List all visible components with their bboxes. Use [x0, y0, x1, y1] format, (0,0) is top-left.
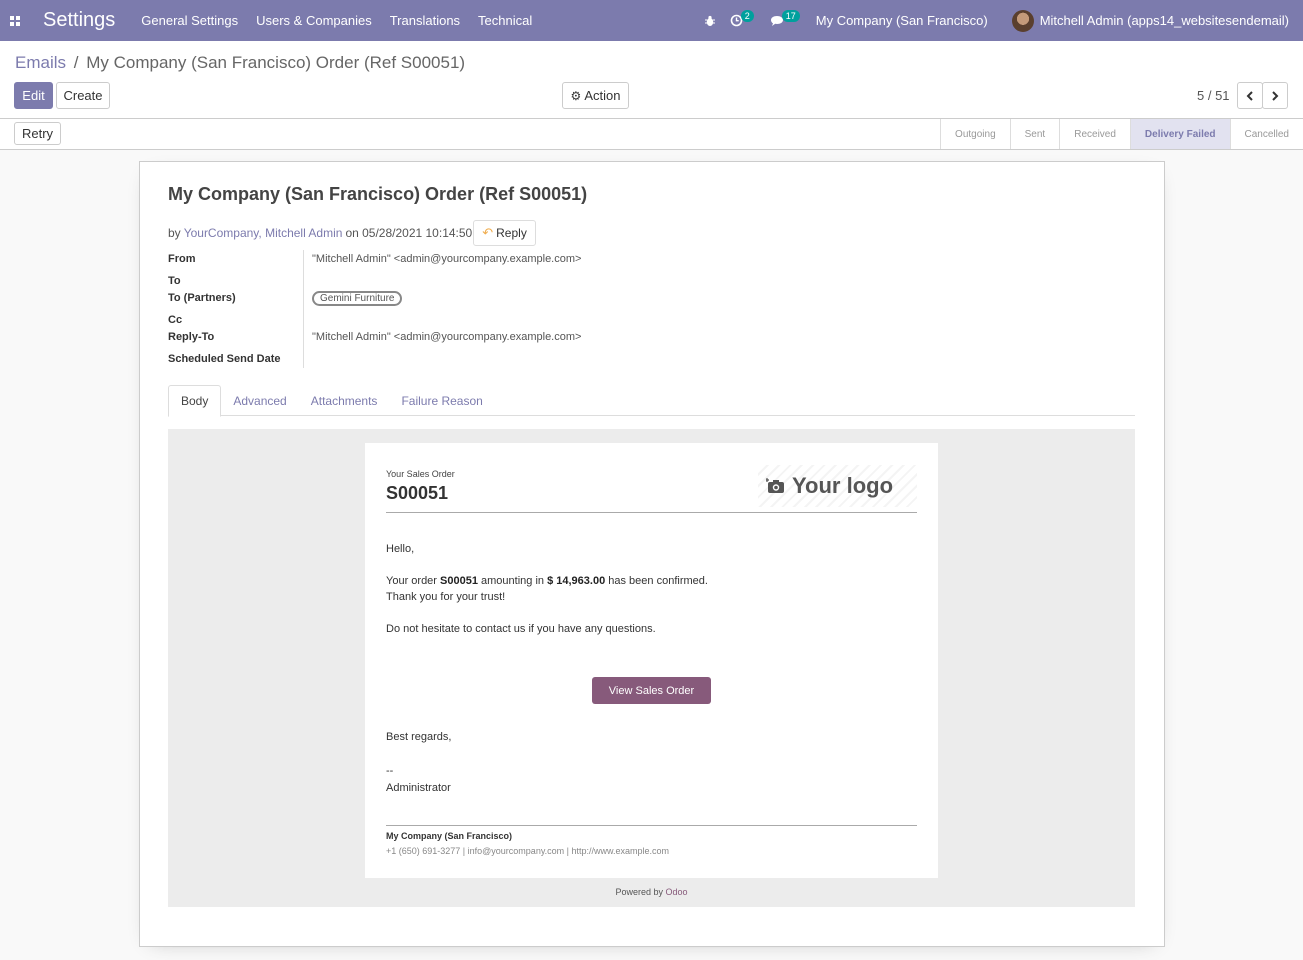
- company-switcher[interactable]: My Company (San Francisco): [816, 13, 988, 28]
- breadcrumb: Emails / My Company (San Francisco) Orde…: [15, 53, 465, 73]
- tab-advanced[interactable]: Advanced: [221, 385, 298, 416]
- pager-value[interactable]: 5 / 51: [1197, 88, 1230, 103]
- apps-menu-icon[interactable]: [0, 0, 30, 41]
- menu-users-companies[interactable]: Users & Companies: [256, 13, 372, 28]
- email-signature: Administrator: [386, 782, 451, 794]
- partner-tag[interactable]: Gemini Furniture: [312, 291, 403, 306]
- line1-text-b: amounting in: [477, 575, 548, 587]
- user-name: Mitchell Admin (apps14_websitesendemail): [1039, 13, 1289, 28]
- form-sheet: My Company (San Francisco) Order (Ref S0…: [139, 161, 1165, 947]
- email-regards: Best regards,: [386, 731, 452, 743]
- view-sales-order-button[interactable]: View Sales Order: [592, 677, 711, 704]
- scheduled-label: Scheduled Send Date: [168, 353, 281, 365]
- action-label: Action: [584, 88, 621, 103]
- email-content: Your Sales Order S00051 Your logo Hello,…: [365, 443, 938, 878]
- to-partners-label: To (Partners): [168, 292, 236, 304]
- email-line-confirmed: Your order S00051 amounting in $ 14,963.…: [386, 575, 708, 587]
- email-contact-note: Do not hesitate to contact us if you hav…: [386, 623, 656, 635]
- tab-attachments[interactable]: Attachments: [299, 385, 390, 416]
- user-menu[interactable]: Mitchell Admin (apps14_websitesendemail): [1011, 9, 1289, 32]
- by-prefix: by: [168, 226, 181, 240]
- email-body-preview: Your Sales Order S00051 Your logo Hello,…: [168, 429, 1135, 907]
- record-title: My Company (San Francisco) Order (Ref S0…: [168, 184, 588, 204]
- camera-icon: [766, 478, 784, 493]
- app-title[interactable]: Settings: [43, 9, 115, 32]
- line1-amount: $ 14,963.00: [547, 575, 606, 587]
- create-button[interactable]: Create: [56, 82, 110, 109]
- reply-to-label: Reply-To: [168, 331, 215, 343]
- activity-clock-icon[interactable]: 2: [730, 9, 756, 27]
- to-label: To: [168, 275, 181, 287]
- tab-failure-reason[interactable]: Failure Reason: [389, 385, 494, 416]
- retry-button[interactable]: Retry: [14, 122, 61, 145]
- avatar: [1011, 9, 1034, 32]
- line1-text-c: has been confirmed.: [605, 575, 708, 587]
- reply-arrow-icon: ↶: [482, 225, 494, 240]
- action-button[interactable]: ⚙ Action: [562, 82, 629, 109]
- from-value: "Mitchell Admin" <admin@yourcompany.exam…: [312, 253, 582, 265]
- email-order-ref: S00051: [386, 483, 449, 503]
- chevron-right-icon: [1272, 90, 1279, 101]
- stage-delivery-failed[interactable]: Delivery Failed: [1129, 119, 1230, 149]
- line1-text-a: Your order: [386, 575, 441, 587]
- reply-label: Reply: [496, 226, 527, 240]
- footer-divider: [386, 825, 917, 826]
- footer-company: My Company (San Francisco): [386, 831, 513, 841]
- stage-sent[interactable]: Sent: [1009, 119, 1060, 149]
- edit-button[interactable]: Edit: [14, 82, 53, 109]
- form-statusbar: Retry Outgoing Sent Received Delivery Fa…: [0, 119, 1303, 150]
- record-byline: by YourCompany, Mitchell Admin on 05/28/…: [168, 220, 536, 246]
- pager-next-button[interactable]: [1262, 82, 1288, 109]
- menu-translations[interactable]: Translations: [390, 13, 460, 28]
- control-panel: Emails / My Company (San Francisco) Orde…: [0, 41, 1303, 119]
- reply-to-value: "Mitchell Admin" <admin@yourcompany.exam…: [312, 331, 582, 343]
- breadcrumb-separator: /: [73, 53, 79, 72]
- menu-general-settings[interactable]: General Settings: [141, 13, 238, 28]
- record-date: on 05/28/2021 10:14:50: [345, 226, 473, 240]
- gear-icon: ⚙: [570, 88, 582, 103]
- powered-prefix: Powered by: [615, 887, 663, 897]
- status-stages: Outgoing Sent Received Delivery Failed C…: [940, 119, 1303, 149]
- cc-label: Cc: [168, 314, 183, 326]
- email-small-heading: Your Sales Order: [386, 469, 455, 479]
- chevron-left-icon: [1246, 90, 1253, 101]
- stage-received[interactable]: Received: [1059, 119, 1130, 149]
- powered-by: Powered by Odoo: [168, 887, 1135, 897]
- activity-count-badge: 2: [740, 9, 754, 22]
- email-thanks: Thank you for your trust!: [386, 591, 506, 603]
- tab-body[interactable]: Body: [168, 385, 222, 417]
- email-greeting: Hello,: [386, 543, 415, 555]
- menu-technical[interactable]: Technical: [478, 13, 532, 28]
- email-dashes: --: [386, 765, 394, 777]
- breadcrumb-emails-link[interactable]: Emails: [15, 53, 66, 72]
- top-navbar: Settings General Settings Users & Compan…: [0, 0, 1303, 41]
- company-logo: Your logo: [758, 465, 917, 507]
- line1-order-ref: S00051: [440, 575, 478, 587]
- author-links[interactable]: YourCompany, Mitchell Admin: [184, 226, 343, 240]
- email-divider: [386, 512, 917, 513]
- odoo-link[interactable]: Odoo: [666, 887, 688, 897]
- stage-outgoing[interactable]: Outgoing: [940, 119, 1010, 149]
- breadcrumb-current: My Company (San Francisco) Order (Ref S0…: [86, 53, 466, 72]
- stage-cancelled[interactable]: Cancelled: [1229, 119, 1303, 149]
- logo-text: Your logo: [792, 473, 894, 498]
- from-label: From: [168, 253, 196, 265]
- footer-contact: +1 (650) 691-3277 | info@yourcompany.com…: [386, 846, 670, 856]
- reply-button[interactable]: ↶ Reply: [473, 220, 536, 246]
- pager-previous-button[interactable]: [1237, 82, 1263, 109]
- messages-chat-icon[interactable]: 17: [770, 9, 802, 27]
- messages-count-badge: 17: [781, 9, 800, 22]
- debug-bug-icon[interactable]: [704, 15, 716, 27]
- notebook-tabs: Body Advanced Attachments Failure Reason: [168, 385, 1135, 417]
- field-divider: [303, 250, 304, 368]
